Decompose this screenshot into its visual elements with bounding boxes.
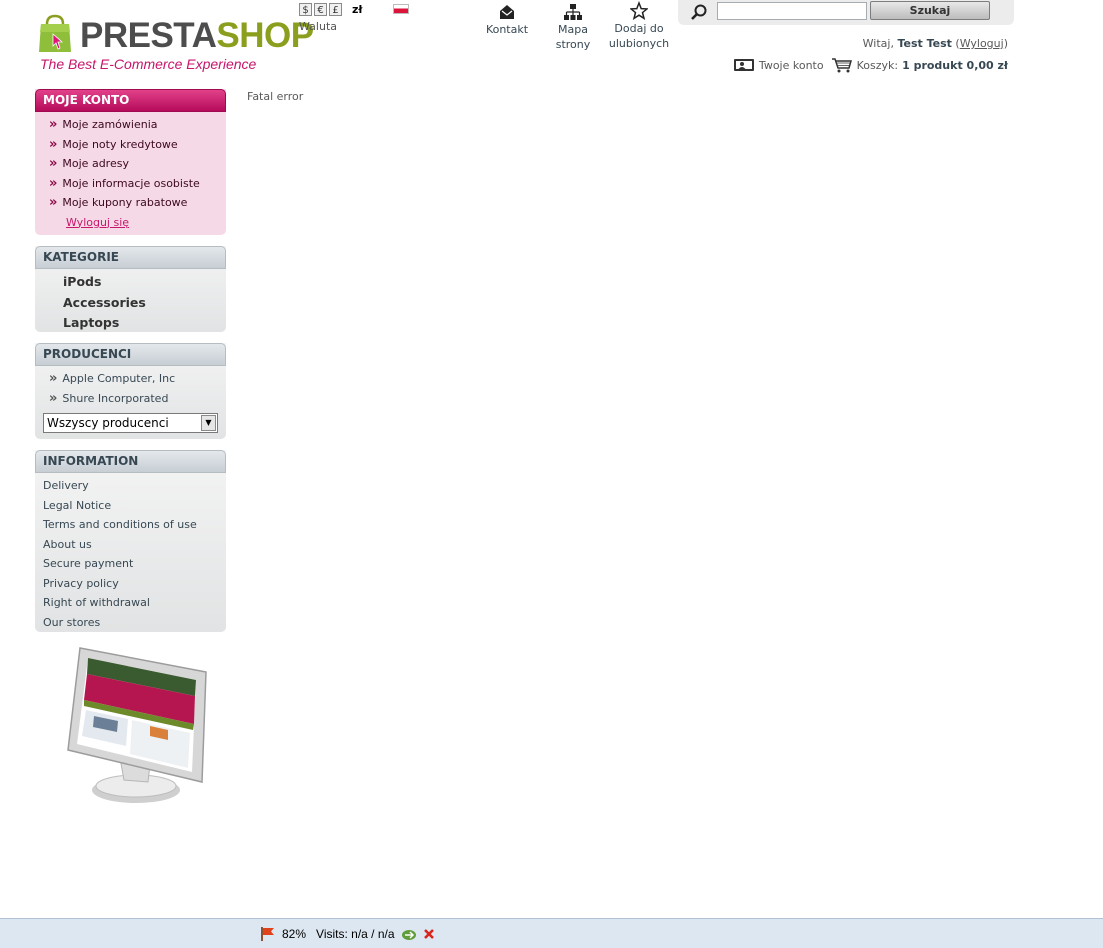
status-visits: Visits: n/a / n/a [316,927,395,941]
manufacturer-shure[interactable]: Shure Incorporated [35,389,226,409]
logout-link-header[interactable]: Wyloguj [960,37,1004,50]
contact-link[interactable]: Kontakt [482,0,532,37]
currency-dollar-button[interactable]: $ [299,3,312,16]
my-orders-link[interactable]: Moje zamówienia [35,115,226,135]
my-account-link[interactable]: Twoje konto [759,59,824,72]
logout-link[interactable]: Wyloguj się [35,213,226,232]
my-account-block: MOJE KONTO Moje zamówienia Moje noty kre… [35,89,226,235]
currency-euro-button[interactable]: € [314,3,327,16]
info-legal-notice-link[interactable]: Legal Notice [35,496,226,516]
my-vouchers-link[interactable]: Moje kupony rabatowe [35,193,226,213]
logo-wordmark: PRESTASHOP [80,16,314,55]
category-accessories[interactable]: Accessories [35,293,226,314]
categories-block: KATEGORIE iPods Accessories Laptops [35,246,226,332]
flag-icon[interactable] [260,926,276,942]
shopping-bag-icon [39,14,71,52]
my-addresses-link[interactable]: Moje adresy [35,154,226,174]
manufacturer-apple[interactable]: Apple Computer, Inc [35,369,226,389]
envelope-icon [500,5,514,19]
cart-icon [831,58,852,73]
search-input[interactable] [717,2,867,20]
close-icon[interactable] [423,928,435,940]
info-right-of-withdrawal-link[interactable]: Right of withdrawal [35,593,226,613]
chevron-down-icon: ▼ [201,415,216,431]
add-favorites-link[interactable]: Dodaj do ulubionych [606,0,672,51]
information-block: INFORMATION Delivery Legal Notice Terms … [35,450,226,632]
information-title: INFORMATION [35,450,226,473]
search-bar: Szukaj [678,0,1014,25]
error-message: Fatal error [247,90,304,103]
status-percent: 82% [282,927,307,941]
browser-status-bar: 82% Visits: n/a / n/a [0,918,1103,948]
welcome-text: Witaj, Test Test (Wyloguj) [862,37,1008,50]
user-info: Twoje konto Koszyk: 1 produkt 0,00 zł [733,57,1008,73]
info-secure-payment-link[interactable]: Secure payment [35,554,226,574]
info-terms-link[interactable]: Terms and conditions of use [35,515,226,535]
logo-tagline: The Best E-Commerce Experience [40,56,257,72]
monitor-banner-image[interactable] [58,640,213,810]
category-laptops[interactable]: Laptops [35,313,226,334]
info-delivery-link[interactable]: Delivery [35,476,226,496]
shop-logo[interactable]: PRESTASHOP The Best E-Commerce Experienc… [38,12,314,76]
cart-label[interactable]: Koszyk: [857,59,899,72]
cart-summary[interactable]: 1 produkt 0,00 zł [902,59,1008,72]
search-icon[interactable] [690,3,708,21]
refresh-icon[interactable] [401,927,417,941]
manufacturers-block: PRODUCENCI Apple Computer, Inc Shure Inc… [35,343,226,439]
info-our-stores-link[interactable]: Our stores [35,613,226,633]
user-name: Test Test [897,37,952,50]
category-ipods[interactable]: iPods [35,272,226,293]
sitemap-icon [564,4,582,20]
star-icon [630,1,648,21]
search-button[interactable]: Szukaj [870,1,990,20]
my-account-title: MOJE KONTO [35,89,226,112]
sitemap-link[interactable]: Mapa strony [548,0,598,52]
polish-flag-icon[interactable] [393,4,409,14]
categories-title: KATEGORIE [35,246,226,269]
account-icon [733,59,754,71]
my-credit-slips-link[interactable]: Moje noty kredytowe [35,135,226,155]
manufacturers-title: PRODUCENCI [35,343,226,366]
info-privacy-policy-link[interactable]: Privacy policy [35,574,226,594]
my-personal-info-link[interactable]: Moje informacje osobiste [35,174,226,194]
currency-label: Waluta [299,20,337,33]
currency-selector: $ € £ zł [299,2,362,17]
currency-selected[interactable]: zł [352,3,362,16]
currency-pound-button[interactable]: £ [329,3,342,16]
manufacturer-select[interactable]: Wszyscy producenci ▼ [43,413,218,433]
info-about-us-link[interactable]: About us [35,535,226,555]
